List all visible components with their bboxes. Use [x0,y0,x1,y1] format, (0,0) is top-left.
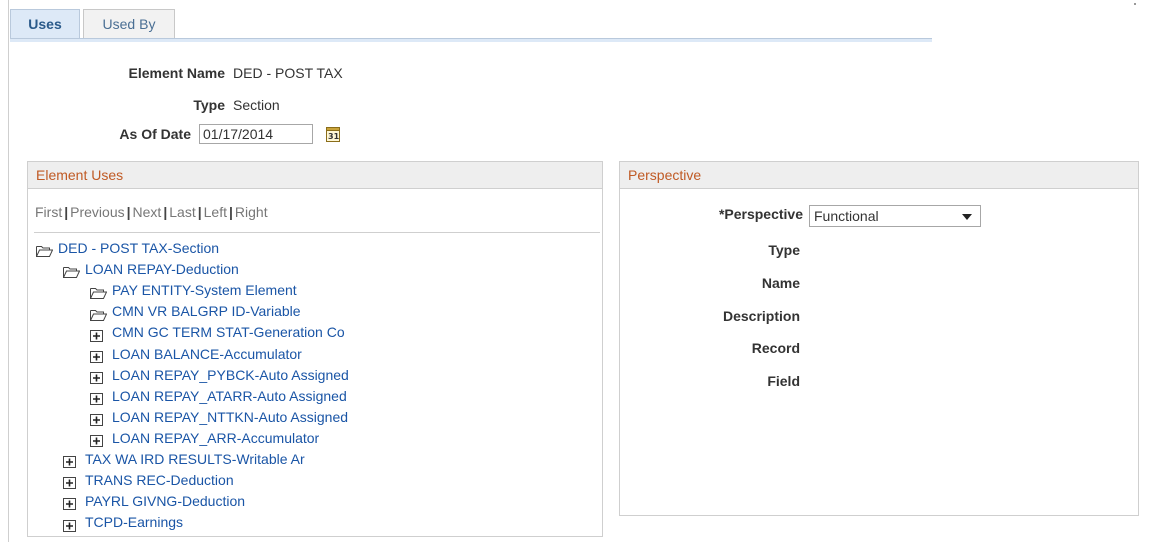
element-name-label: Element Name [128,65,225,81]
expand-icon[interactable] [63,495,80,511]
tree-node[interactable]: TAX WA IRD RESULTS-Writable Ar [63,449,305,469]
nav-next[interactable]: Next [133,204,162,220]
tab-uses[interactable]: Uses [10,9,80,38]
expand-icon[interactable] [90,390,107,405]
folder-open-icon [63,263,81,279]
tree-node-label[interactable]: LOAN REPAY_ARR-Accumulator [112,430,319,446]
tree-node[interactable]: PAY ENTITY-System Element [90,280,297,300]
nav-previous[interactable]: Previous [70,204,124,220]
element-uses-title: Element Uses [28,162,602,189]
element-name-value: DED - POST TAX [233,65,343,81]
tree-node[interactable]: LOAN REPAY_ARR-Accumulator [90,428,319,448]
tree-node-label[interactable]: LOAN REPAY-Deduction [85,261,239,277]
expand-icon[interactable] [63,453,80,469]
tree-node[interactable]: LOAN REPAY_ATARR-Auto Assigned [90,386,347,406]
perspective-description-label: Description [722,308,800,324]
tree-node-label[interactable]: TRANS REC-Deduction [85,472,234,488]
tree-node-label[interactable]: CMN VR BALGRP ID-Variable [112,303,301,319]
tree-node[interactable]: DED - POST TAX-Section [36,238,219,258]
as-of-date-label: As Of Date [119,126,191,142]
expand-icon[interactable] [90,369,107,384]
tree-node-label[interactable]: TAX WA IRD RESULTS-Writable Ar [85,451,305,467]
perspective-label: *Perspective [718,206,803,222]
expand-icon[interactable] [90,411,107,427]
expand-icon[interactable] [90,348,107,363]
tree-node-label[interactable]: CMN GC TERM STAT-Generation Co [112,324,345,340]
tree-node[interactable]: PAYRL GIVNG-Deduction [63,491,245,511]
type-value: Section [233,97,280,113]
tree-node-label[interactable]: DED - POST TAX-Section [58,240,219,256]
tree-node[interactable]: TRANS REC-Deduction [63,470,234,490]
tab-underline [10,38,932,42]
tree-node-label[interactable]: LOAN REPAY_NTTKN-Auto Assigned [112,409,348,425]
tree-node-label[interactable]: LOAN BALANCE-Accumulator [112,346,302,362]
tree-node[interactable]: CMN VR BALGRP ID-Variable [90,301,301,321]
perspective-name-label: Name [761,275,800,291]
perspective-selected-value: Functional [814,208,879,224]
expand-icon[interactable] [90,432,107,448]
perspective-select[interactable]: Functional [809,205,981,227]
perspective-record-label: Record [751,340,800,356]
tree-node-label[interactable]: PAYRL GIVNG-Deduction [85,493,245,509]
svg-text:31: 31 [328,132,340,141]
corner-mark [1134,3,1136,5]
tree-node-label[interactable]: LOAN REPAY_ATARR-Auto Assigned [112,388,347,404]
tree-node[interactable]: TCPD-Earnings [63,512,183,532]
tree-node-label[interactable]: LOAN REPAY_PYBCK-Auto Assigned [112,367,349,383]
tree-node[interactable]: CMN GC TERM STAT-Generation Co [90,322,345,342]
tree-node-label[interactable]: TCPD-Earnings [85,514,183,530]
perspective-title: Perspective [620,162,1138,189]
perspective-box: Perspective *Perspective Functional Type… [619,161,1139,516]
tree-node[interactable]: LOAN REPAY-Deduction [63,259,239,279]
expand-icon[interactable] [90,327,107,342]
calendar-icon[interactable]: 31 [326,127,340,142]
expand-icon[interactable] [63,517,80,532]
tree-node[interactable]: LOAN BALANCE-Accumulator [90,344,302,364]
folder-open-icon [90,306,108,321]
expand-icon[interactable] [63,474,80,490]
nav-left[interactable]: Left [204,204,227,220]
tree-node[interactable]: LOAN REPAY_PYBCK-Auto Assigned [90,365,349,385]
dropdown-arrow-icon [962,214,972,220]
perspective-type-label: Type [768,242,800,258]
nav-first[interactable]: First [35,204,62,220]
type-label: Type [193,97,225,113]
tree-node[interactable]: LOAN REPAY_NTTKN-Auto Assigned [90,407,348,427]
nav-right[interactable]: Right [235,204,268,220]
folder-open-icon [90,284,108,300]
nav-last[interactable]: Last [169,204,195,220]
folder-open-icon [36,242,54,258]
as-of-date-input[interactable] [199,124,313,144]
tab-used-by[interactable]: Used By [83,9,175,38]
nav-divider [34,232,600,233]
tree-node-label[interactable]: PAY ENTITY-System Element [112,282,297,298]
tree-navigation: First | Previous | Next | Last | Left | Right [35,204,268,220]
element-uses-box: Element Uses First | Previous | Next | Last | Le… [27,161,603,537]
page-left-border [8,0,9,542]
perspective-field-label: Field [767,373,800,389]
